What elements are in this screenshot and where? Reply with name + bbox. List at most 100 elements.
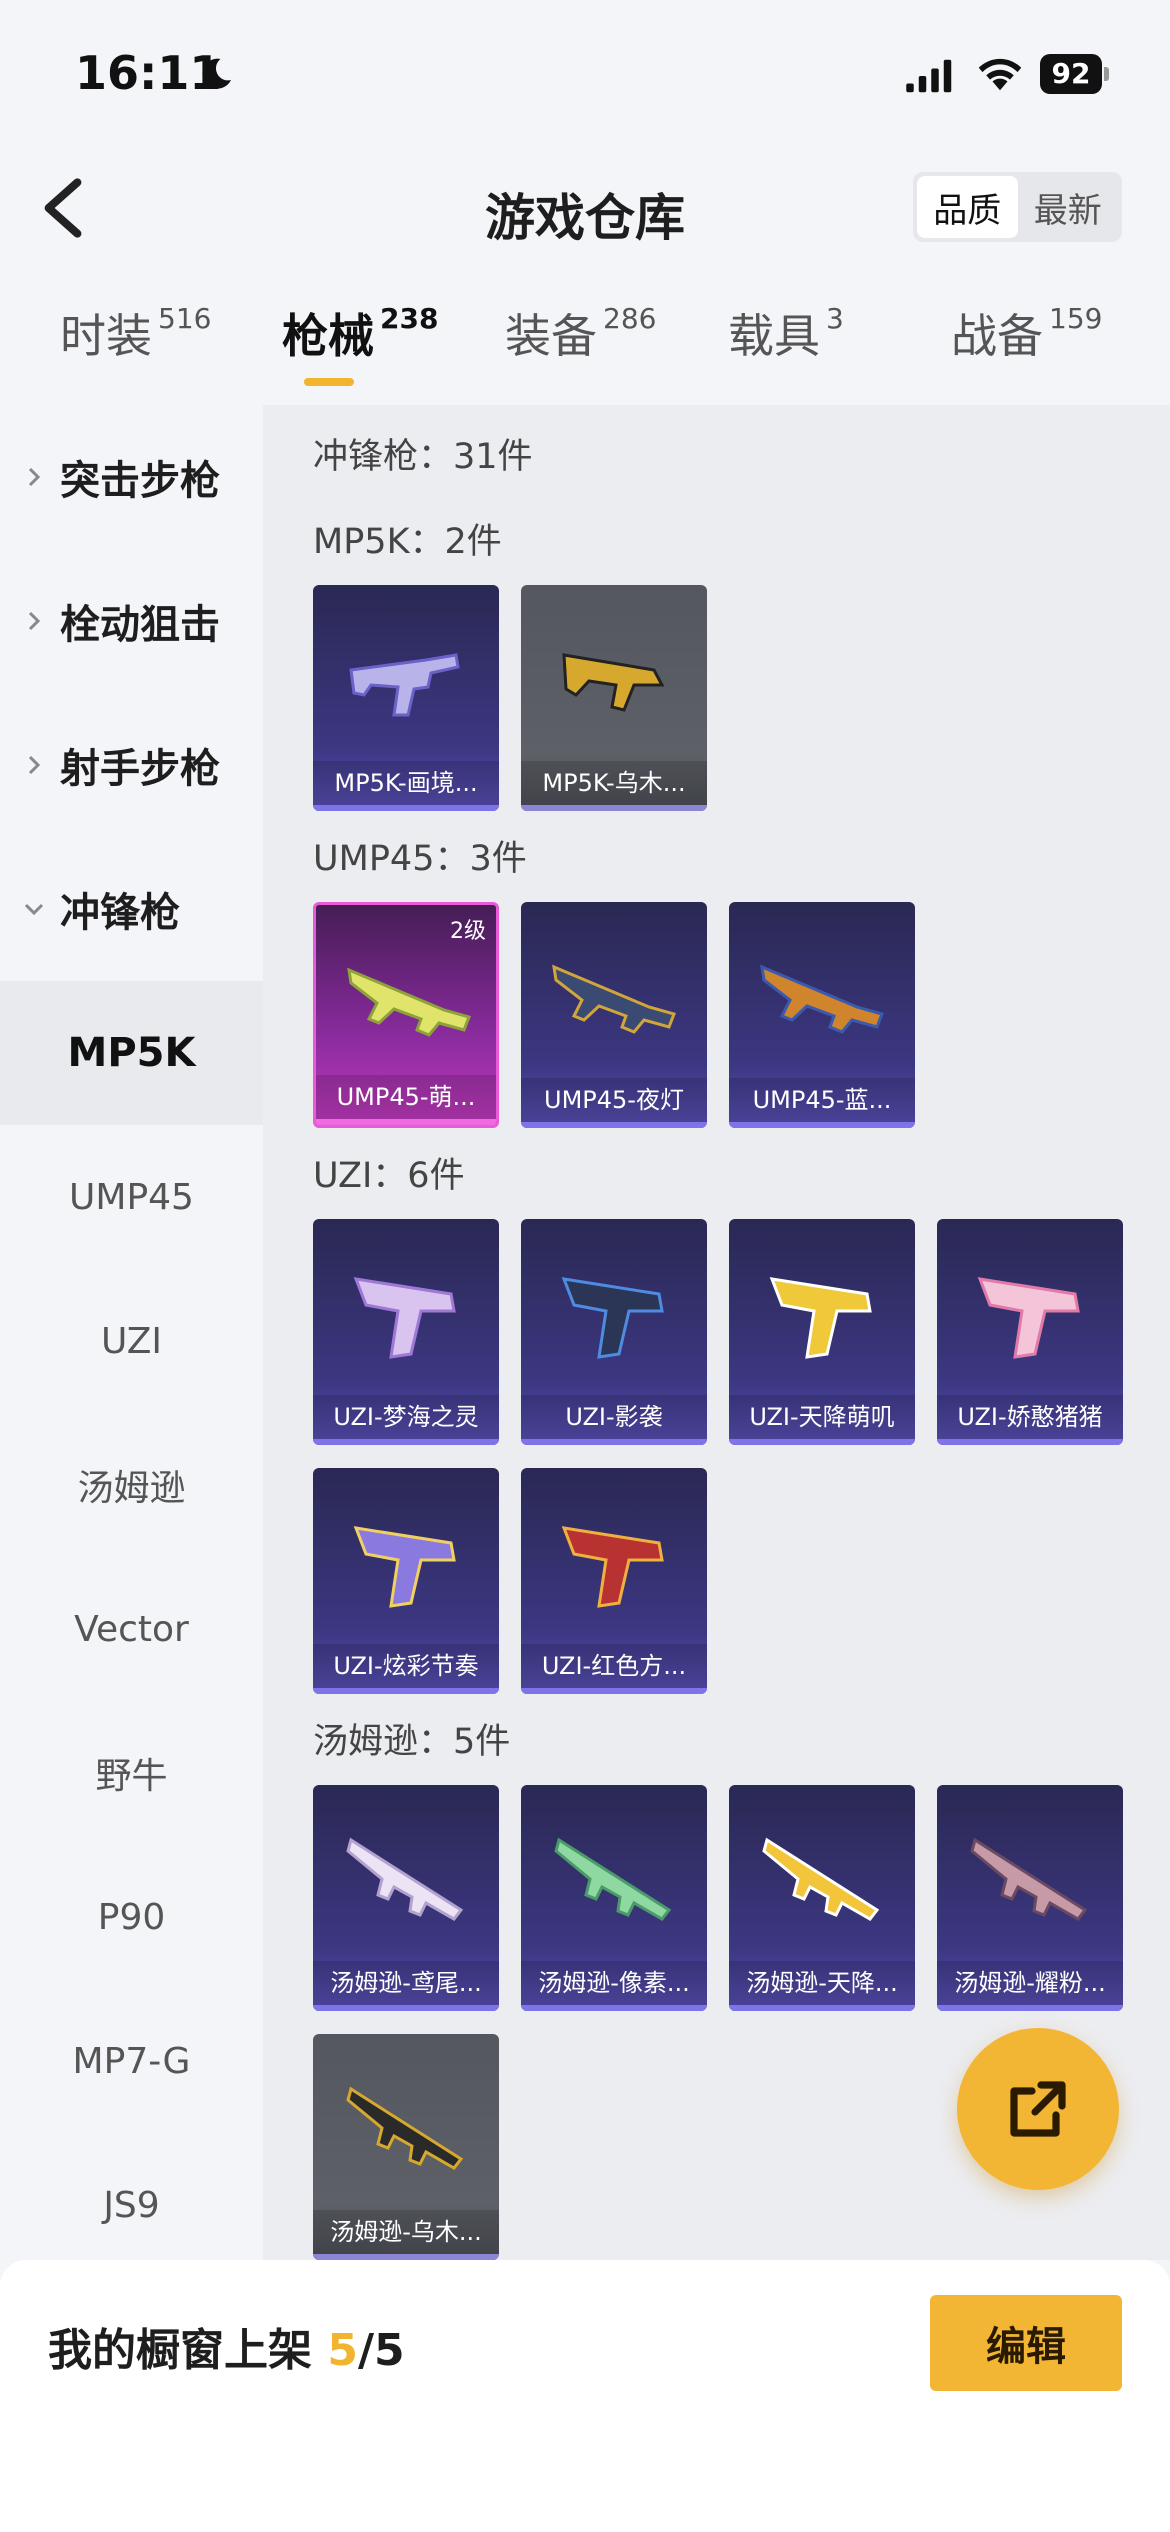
weapon-name: UZI-红色方... (521, 1644, 707, 1688)
weapon-card[interactable]: UZI-娇憨猪猪 (937, 1219, 1123, 1445)
sidebar: 突击步枪 栓动狙击 射手步枪 冲锋枪 MP5K UMP45 UZI 汤姆逊 Ve… (0, 405, 263, 2260)
sidebar-item-bizon[interactable]: 野牛 (0, 1701, 263, 1845)
weapon-card[interactable]: 汤姆逊-鸢尾... (313, 1785, 499, 2011)
sidebar-item-label: 突击步枪 (60, 458, 220, 504)
sidebar-item-vector[interactable]: Vector (0, 1557, 263, 1701)
gun-skin-icon (552, 964, 676, 1034)
weapon-name: 汤姆逊-像素... (521, 1961, 707, 2005)
weapon-name: UZI-娇憨猪猪 (937, 1395, 1123, 1439)
weapon-card[interactable]: MP5K-画境... (313, 585, 499, 811)
active-tab-indicator (304, 378, 354, 386)
weapon-card[interactable]: UZI-天降萌叽 (729, 1219, 915, 1445)
weapon-card[interactable]: UZI-梦海之灵 (313, 1219, 499, 1445)
weapon-name: UZI-影袭 (521, 1395, 707, 1439)
sidebar-category: 突击步枪 (0, 448, 220, 506)
sidebar-category: 冲锋枪 (0, 880, 180, 938)
section-title: UZI：6件 (313, 1156, 465, 1196)
wifi-icon (978, 58, 1022, 91)
weapon-card[interactable]: 2级 UMP45-萌... (313, 902, 499, 1128)
gun-skin-icon (561, 1277, 664, 1359)
gun-skin-icon (346, 2086, 464, 2170)
rarity-bar (313, 2005, 499, 2011)
weapon-card[interactable]: UZI-炫彩节奏 (313, 1468, 499, 1694)
sidebar-item-mp5k[interactable]: MP5K (0, 981, 263, 1125)
chevron-right-icon (28, 467, 41, 487)
gun-skin-icon (554, 1837, 672, 1921)
rarity-bar (521, 1439, 707, 1445)
gun-skin-icon (562, 653, 665, 712)
weapon-card[interactable]: MP5K-乌木... (521, 585, 707, 811)
section-title: 汤姆逊：5件 (313, 1722, 511, 1762)
weapon-name: UMP45-夜灯 (521, 1078, 707, 1122)
sidebar-item-js9[interactable]: JS9 (0, 2133, 263, 2277)
tab-label: 载具 (728, 309, 820, 363)
rarity-bar (521, 1122, 707, 1128)
weapon-card[interactable]: 汤姆逊-耀粉... (937, 1785, 1123, 2011)
rarity-bar (313, 1439, 499, 1445)
tab-vehicles[interactable]: 载具 3 (728, 300, 844, 366)
sort-toggle: 品质 最新 (913, 172, 1122, 242)
tab-count: 3 (826, 302, 844, 335)
sidebar-item-marksman-rifle[interactable]: 射手步枪 (0, 693, 263, 837)
gun-skin-icon (353, 1277, 456, 1359)
chevron-right-icon (28, 611, 41, 631)
share-button[interactable] (957, 2028, 1119, 2190)
weapon-card[interactable]: 汤姆逊-像素... (521, 1785, 707, 2011)
sidebar-item-label: 栓动狙击 (60, 602, 220, 648)
weapon-card[interactable]: 汤姆逊-乌木... (313, 2034, 499, 2260)
tab-fashion[interactable]: 时装 516 (60, 300, 211, 366)
rarity-bar (521, 2005, 707, 2011)
tab-equipment[interactable]: 装备 286 (505, 300, 656, 366)
weapon-name: MP5K-画境... (313, 761, 499, 805)
rarity-bar (937, 2005, 1123, 2011)
weapon-name: 汤姆逊-乌木... (313, 2210, 499, 2254)
battery-indicator: 92 (1040, 54, 1109, 94)
sidebar-item-ump45[interactable]: UMP45 (0, 1125, 263, 1269)
weapon-name: MP5K-乌木... (521, 761, 707, 805)
sidebar-category: 射手步枪 (0, 736, 220, 794)
gun-skin-icon (970, 1837, 1088, 1921)
weapon-card[interactable]: 汤姆逊-天降... (729, 1785, 915, 2011)
sidebar-item-thompson[interactable]: 汤姆逊 (0, 1413, 263, 1557)
chevron-right-icon (28, 755, 41, 775)
tab-label: 战备 (951, 309, 1043, 363)
tab-label: 装备 (505, 309, 597, 363)
sort-quality-button[interactable]: 品质 (917, 176, 1018, 238)
weapon-card[interactable]: UZI-影袭 (521, 1219, 707, 1445)
rarity-bar (729, 1439, 915, 1445)
gun-skin-icon (561, 1526, 664, 1608)
gun-skin-icon (762, 1837, 880, 1921)
weapon-list[interactable]: 冲锋枪：31件 MP5K：2件 MP5K-画境... MP5K-乌木... UM… (263, 405, 1170, 2260)
tab-guns[interactable]: 枪械 238 (282, 300, 438, 366)
edit-button[interactable]: 编辑 (930, 2295, 1122, 2391)
share-icon (1010, 2081, 1066, 2137)
sidebar-item-mp7g[interactable]: MP7-G (0, 1989, 263, 2133)
gun-skin-icon (769, 1277, 872, 1359)
rarity-bar (316, 1119, 496, 1125)
sidebar-item-smg[interactable]: 冲锋枪 (0, 837, 263, 981)
signal-icon (906, 59, 952, 93)
sidebar-item-p90[interactable]: P90 (0, 1845, 263, 1989)
rarity-bar (313, 805, 499, 811)
sidebar-item-assault-rifle[interactable]: 突击步枪 (0, 405, 263, 549)
weapon-name: 汤姆逊-天降... (729, 1961, 915, 2005)
gun-skin-icon (349, 653, 460, 717)
bottom-bar: 我的橱窗上架 5/5 编辑 (0, 2260, 1170, 2532)
weapon-card[interactable]: UZI-红色方... (521, 1468, 707, 1694)
weapon-name: 汤姆逊-耀粉... (937, 1961, 1123, 2005)
tab-supplies[interactable]: 战备 159 (951, 300, 1102, 366)
sidebar-item-uzi[interactable]: UZI (0, 1269, 263, 1413)
status-bar: 16:11 92 (0, 0, 1170, 140)
gun-skin-icon (760, 964, 884, 1034)
showcase-total-count: /5 (357, 2325, 405, 2376)
tab-label: 枪械 (282, 309, 374, 363)
weapon-card[interactable]: UMP45-蓝... (729, 902, 915, 1128)
weapon-card[interactable]: UMP45-夜灯 (521, 902, 707, 1128)
rarity-bar (729, 1122, 915, 1128)
tab-label: 时装 (60, 309, 152, 363)
sidebar-item-bolt-sniper[interactable]: 栓动狙击 (0, 549, 263, 693)
total-count-title: 冲锋枪：31件 (313, 437, 533, 477)
rarity-bar (313, 1688, 499, 1694)
sort-newest-button[interactable]: 最新 (1018, 176, 1119, 238)
weapon-name: UZI-梦海之灵 (313, 1395, 499, 1439)
